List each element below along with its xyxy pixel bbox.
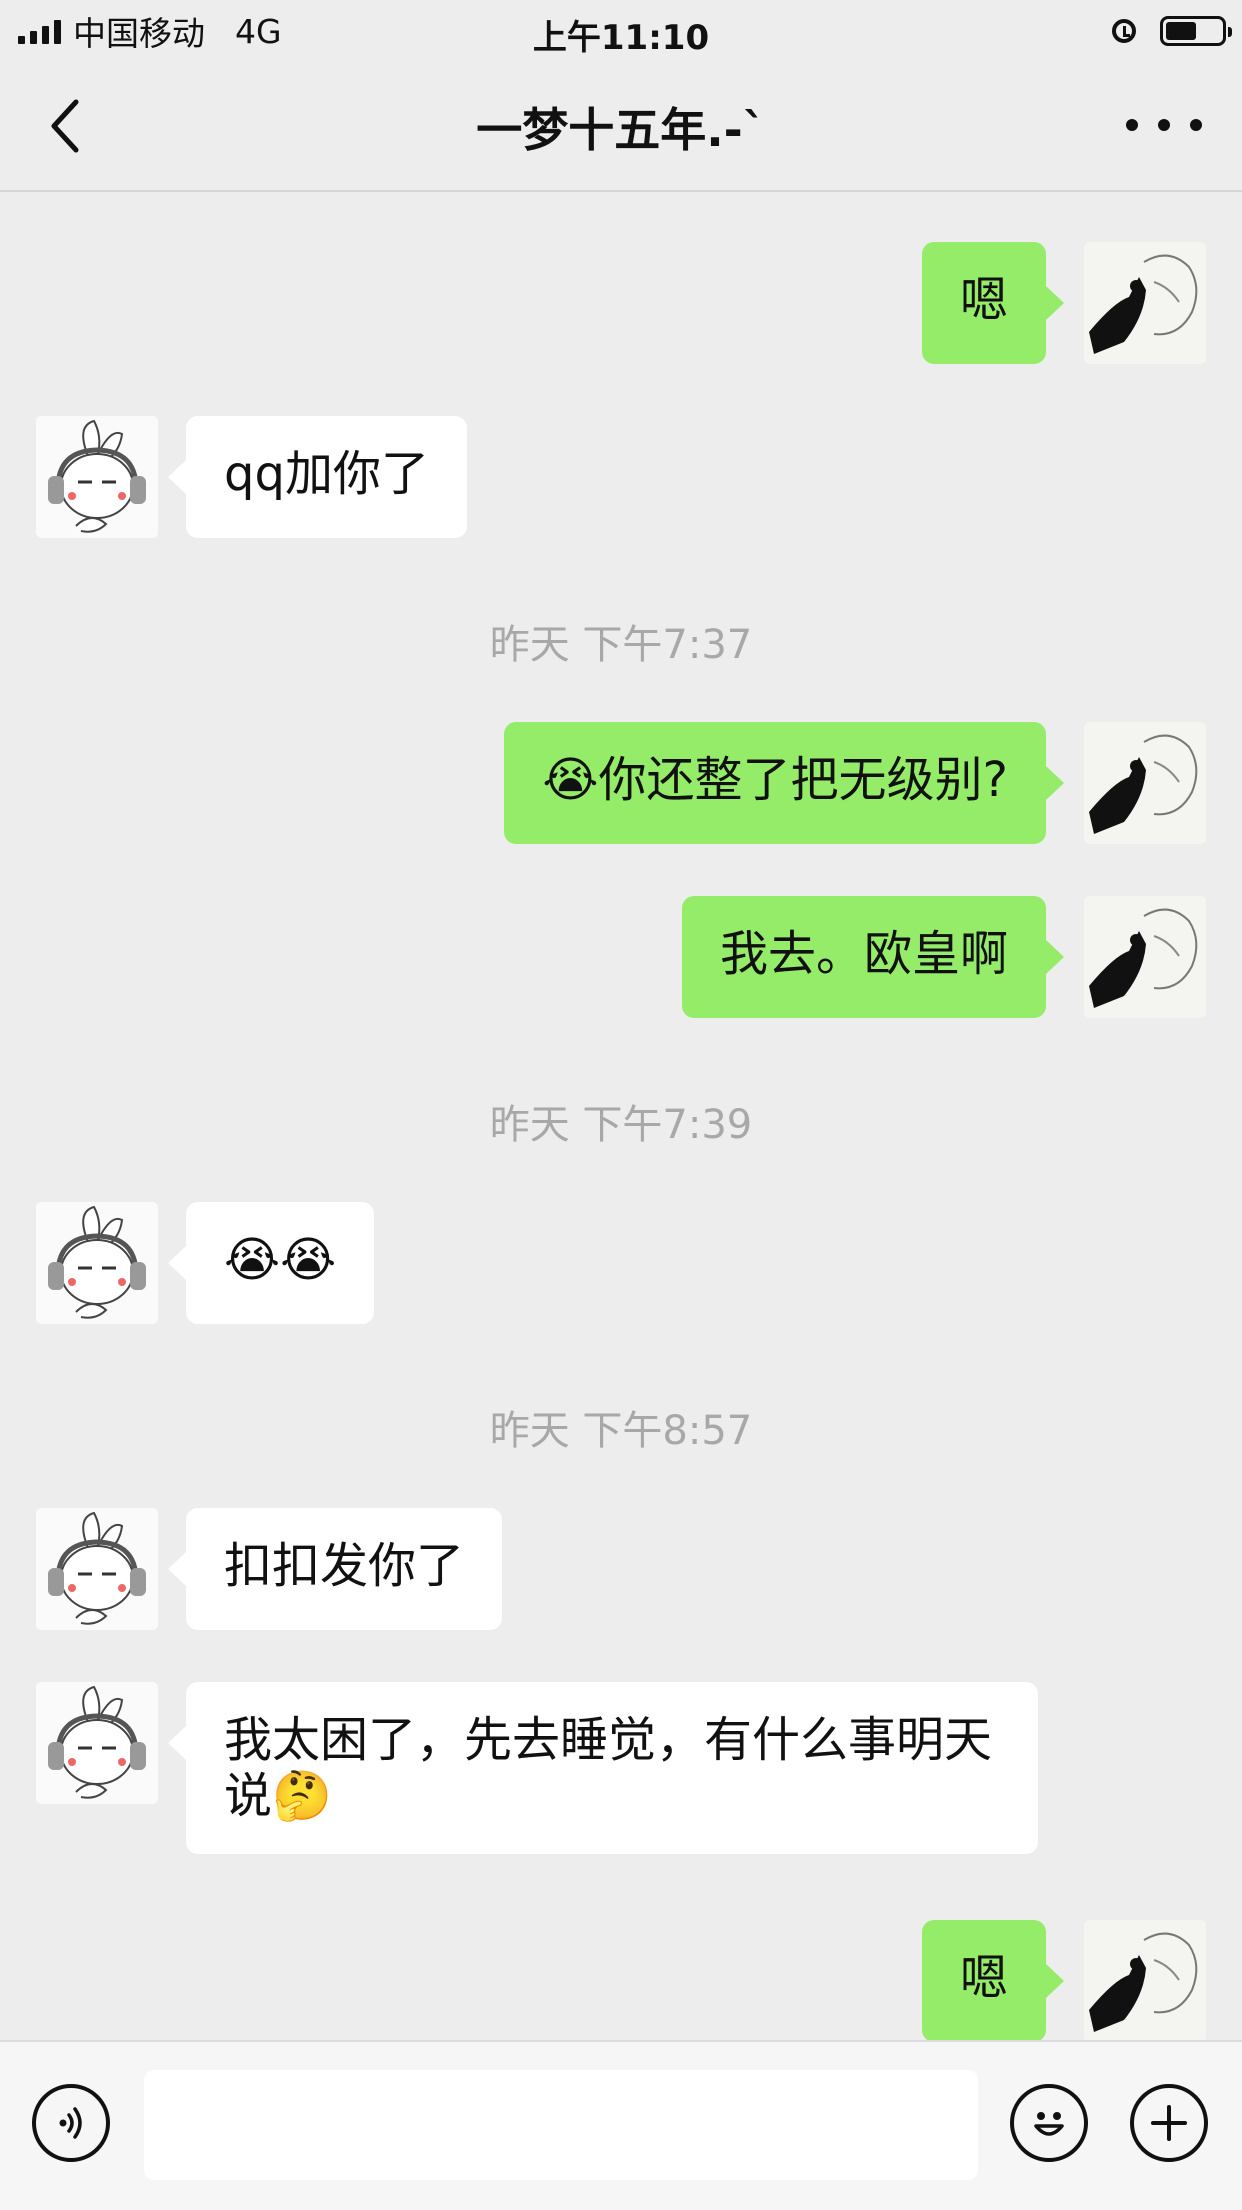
timestamp-label: 昨天 下午7:37 <box>489 622 753 668</box>
contact-avatar[interactable] <box>36 416 158 538</box>
my-avatar[interactable] <box>1084 1920 1206 2040</box>
nav-bar: 一梦十五年.-` <box>0 62 1242 192</box>
outgoing-message-bubble[interactable]: 我去。欧皇啊 <box>681 896 1065 1018</box>
emoji-icon <box>1034 2112 1064 2136</box>
status-right <box>1112 12 1232 50</box>
input-bar <box>0 2040 1242 2210</box>
status-bar: 中国移动 4G 上午11:10 <box>0 0 1242 62</box>
contact-avatar[interactable] <box>36 1202 158 1324</box>
message-list[interactable]: 嗯 qq加你了 昨天 下午7:37 😭你还整了把无级别? 我去。欧皇啊 昨天 下… <box>0 192 1242 2040</box>
outgoing-message-bubble[interactable]: 嗯 <box>921 1920 1065 2040</box>
outgoing-message-bubble[interactable]: 嗯 <box>921 242 1065 364</box>
voice-button[interactable] <box>32 2084 110 2162</box>
my-avatar[interactable] <box>1084 242 1206 364</box>
status-time: 上午11:10 <box>532 18 710 58</box>
contact-avatar[interactable] <box>36 1682 158 1804</box>
incoming-message-bubble[interactable]: 我太困了，先去睡觉，有什么事明天说🤔 <box>168 1682 1038 1854</box>
timestamp-label: 昨天 下午7:39 <box>489 1102 753 1148</box>
emoji-button[interactable] <box>1010 2084 1088 2162</box>
alarm-icon <box>1112 19 1136 43</box>
more-button[interactable] <box>1126 110 1202 140</box>
incoming-message-bubble[interactable]: 扣扣发你了 <box>167 1508 503 1630</box>
incoming-message-bubble[interactable]: 😭😭 <box>167 1202 375 1324</box>
outgoing-message-bubble[interactable]: 😭你还整了把无级别? <box>504 722 1064 844</box>
voice-icon <box>59 2107 82 2139</box>
plus-icon <box>1151 2105 1187 2141</box>
timestamp-label: 昨天 下午8:57 <box>489 1408 753 1454</box>
more-dots-icon <box>1126 119 1138 131</box>
contact-avatar[interactable] <box>36 1508 158 1630</box>
battery-icon <box>1160 16 1232 46</box>
incoming-message-bubble[interactable]: qq加你了 <box>168 416 467 538</box>
plus-button[interactable] <box>1130 2084 1208 2162</box>
chat-title: 一梦十五年.-` <box>476 103 766 157</box>
message-input[interactable] <box>144 2070 978 2180</box>
my-avatar[interactable] <box>1084 722 1206 844</box>
my-avatar[interactable] <box>1084 896 1206 1018</box>
